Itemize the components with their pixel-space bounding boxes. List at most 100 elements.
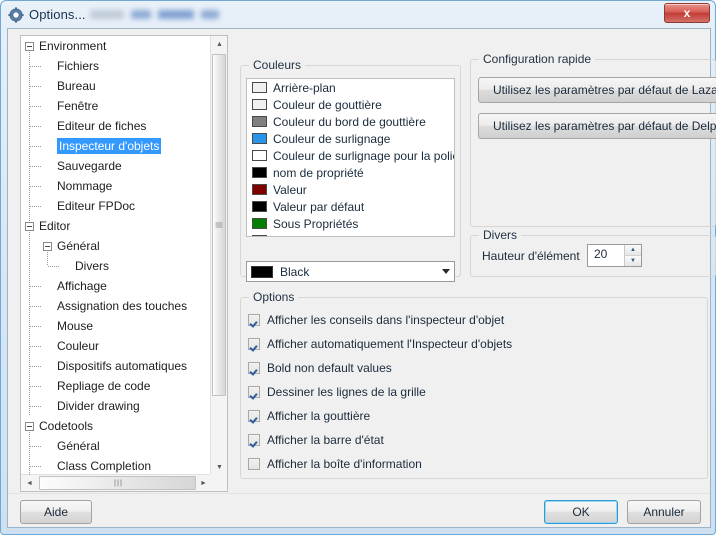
tree-item-g-n-ral[interactable]: Général [21, 236, 212, 256]
chevron-down-icon[interactable] [442, 269, 450, 274]
tree-guide-line [30, 66, 41, 67]
quick-config-group-title: Configuration rapide [479, 52, 596, 66]
tree-item-assignation-des-touches[interactable]: Assignation des touches [21, 296, 212, 316]
quick-config-group: Configuration rapide Utilisez les paramè… [470, 52, 716, 227]
tree-scroll-thumb-horizontal[interactable] [39, 476, 196, 490]
color-item-label: Arrière-plan [273, 80, 336, 95]
option-checkbox-row[interactable]: Afficher la boîte d'information [248, 454, 422, 474]
tree-guide-line [30, 186, 41, 187]
color-select[interactable]: Black [246, 261, 455, 282]
color-list-item[interactable]: Référence [247, 232, 454, 236]
color-list-item[interactable]: Couleur de gouttière [247, 96, 454, 113]
colors-list[interactable]: Arrière-plan Couleur de gouttière Couleur … [246, 78, 455, 237]
color-item-label: Couleur du bord de gouttière [273, 114, 426, 129]
option-checkbox-row[interactable]: Afficher la barre d'état [248, 430, 384, 450]
use-lazarus-defaults-button[interactable]: Utilisez les paramètres par défaut de La… [478, 77, 716, 103]
tree-item-label: Bureau [57, 79, 96, 93]
option-checkbox-row[interactable]: Bold non default values [248, 358, 392, 378]
color-list-item[interactable]: Couleur du bord de gouttière [247, 113, 454, 130]
colors-group-title: Couleurs [249, 58, 306, 72]
tree-item-codetools[interactable]: Codetools [21, 416, 212, 436]
color-swatch [252, 167, 267, 178]
dialog-button-bar: Aide OK Annuler [8, 493, 710, 527]
tree-expander-icon[interactable] [25, 222, 34, 231]
tree-item-dispositifs-automatiques[interactable]: Dispositifs automatiques [21, 356, 212, 376]
option-checkbox-row[interactable]: Dessiner les lignes de la grille [248, 382, 426, 402]
gear-icon [8, 6, 24, 23]
color-list-item[interactable]: Couleur de surlignage pour la police [247, 147, 454, 164]
color-list-item[interactable]: Sous Propriétés [247, 215, 454, 232]
tree-item-fichiers[interactable]: Fichiers [21, 56, 212, 76]
tree-guide-line [30, 466, 41, 467]
tree-item-environment[interactable]: Environment [21, 36, 212, 56]
scroll-up-icon[interactable]: ▲ [211, 36, 227, 53]
options-group-title: Options [249, 290, 299, 304]
checkbox-unchecked-icon[interactable] [248, 458, 260, 470]
color-list-item[interactable]: nom de propriété [247, 164, 454, 181]
tree-item-bureau[interactable]: Bureau [21, 76, 212, 96]
tree-item-editeur-fpdoc[interactable]: Editeur FPDoc [21, 196, 212, 216]
settings-tree[interactable]: Environment Fichiers Bureau Fenêtre Editeur … [20, 35, 228, 492]
tree-guide-line [48, 266, 59, 267]
tree-item-divider-drawing[interactable]: Divider drawing [21, 396, 212, 416]
grip-icon [215, 222, 223, 229]
tree-item-sauvegarde[interactable]: Sauvegarde [21, 156, 212, 176]
color-list-item[interactable]: Valeur [247, 181, 454, 198]
tree-item-class-completion[interactable]: Class Completion [21, 456, 212, 476]
tree-item-couleur[interactable]: Couleur [21, 336, 212, 356]
option-checkbox-row[interactable]: Afficher les conseils dans l'inspecteur … [248, 310, 504, 330]
tree-scroll-thumb-vertical[interactable] [212, 54, 226, 396]
option-checkbox-row[interactable]: Afficher la gouttière [248, 406, 370, 426]
tree-item-label: Editeur de fiches [57, 119, 147, 133]
tree-expander-icon[interactable] [25, 422, 34, 431]
tree-guide-line [30, 166, 41, 167]
titlebar: Options... x [1, 1, 715, 28]
tree-guide-line [30, 126, 41, 127]
tree-item-label: Codetools [39, 419, 94, 433]
tree-item-inspecteur-d-objets[interactable]: Inspecteur d'objets [21, 136, 212, 156]
checkbox-checked-icon[interactable] [248, 314, 260, 326]
checkbox-checked-icon[interactable] [248, 362, 260, 374]
color-swatch [252, 218, 267, 229]
checkbox-checked-icon[interactable] [248, 434, 260, 446]
tree-expander-icon[interactable] [43, 242, 52, 251]
option-checkbox-row[interactable]: Afficher automatiquement l'Inspecteur d'… [248, 334, 512, 354]
tree-expander-icon[interactable] [25, 42, 34, 51]
ok-button[interactable]: OK [544, 500, 618, 524]
close-icon[interactable]: x [664, 3, 710, 23]
checkbox-checked-icon[interactable] [248, 338, 260, 350]
tree-horizontal-scrollbar[interactable]: ◄ ► [21, 474, 212, 491]
tree-item-nommage[interactable]: Nommage [21, 176, 212, 196]
title-redacted-text [89, 10, 219, 19]
scroll-left-icon[interactable]: ◄ [21, 475, 38, 491]
stepper-down-icon[interactable]: ▼ [625, 255, 641, 266]
tree-item-label: Général [57, 439, 100, 453]
color-swatch [252, 99, 267, 110]
color-list-item[interactable]: Arrière-plan [247, 79, 454, 96]
color-list-item[interactable]: Couleur de surlignage [247, 130, 454, 147]
color-list-item[interactable]: Valeur par défaut [247, 198, 454, 215]
checkbox-checked-icon[interactable] [248, 386, 260, 398]
stepper-up-icon[interactable]: ▲ [625, 245, 641, 255]
tree-item-label: Sauvegarde [57, 159, 122, 173]
cancel-button[interactable]: Annuler [627, 500, 701, 524]
tree-guide-line [30, 406, 41, 407]
tree-item-affichage[interactable]: Affichage [21, 276, 212, 296]
color-swatch [252, 116, 267, 127]
tree-item-mouse[interactable]: Mouse [21, 316, 212, 336]
checkbox-checked-icon[interactable] [248, 410, 260, 422]
tree-item-divers[interactable]: Divers [21, 256, 212, 276]
tree-vertical-scrollbar[interactable]: ▲ ▼ [210, 36, 227, 476]
help-button[interactable]: Aide [20, 500, 92, 524]
item-height-stepper[interactable]: 20 ▲ ▼ [587, 244, 642, 267]
tree-item-label: Environment [39, 39, 107, 53]
tree-item-fen-tre[interactable]: Fenêtre [21, 96, 212, 116]
tree-item-editor[interactable]: Editor [21, 216, 212, 236]
item-height-value[interactable]: 20 [588, 245, 624, 266]
tree-item-repliage-de-code[interactable]: Repliage de code [21, 376, 212, 396]
tree-item-label: Mouse [57, 319, 94, 333]
tree-item-g-n-ral[interactable]: Général [21, 436, 212, 456]
tree-item-editeur-de-fiches[interactable]: Editeur de fiches [21, 116, 212, 136]
dialog-client-area: Environment Fichiers Bureau Fenêtre Editeur … [7, 28, 716, 528]
use-delphi-defaults-button[interactable]: Utilisez les paramètres par défaut de De… [478, 113, 716, 139]
